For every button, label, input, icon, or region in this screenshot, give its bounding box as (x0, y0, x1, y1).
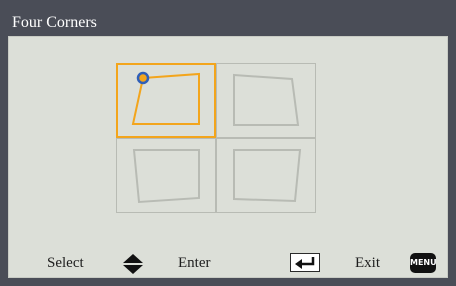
corner-handle-icon[interactable] (136, 71, 150, 85)
menu-key-icon[interactable]: MENU (410, 253, 437, 273)
window-title: Four Corners (12, 14, 97, 31)
four-corners-panel: Select Enter Exit MENU (8, 36, 448, 278)
keystone-shape-top-right (233, 73, 300, 126)
keystone-shape-bottom-left (132, 149, 200, 204)
corner-bottom-left[interactable] (116, 138, 216, 213)
keystone-shape-bottom-right (233, 149, 302, 203)
up-down-arrows-icon (123, 254, 143, 274)
corner-top-right[interactable] (216, 63, 316, 138)
key-hint-bar: Select Enter Exit MENU (9, 252, 447, 276)
enter-key-icon[interactable] (290, 253, 320, 272)
exit-hint-label: Exit (355, 255, 380, 271)
keystone-shape-top-left (131, 71, 200, 125)
enter-hint-label: Enter (178, 255, 211, 271)
corner-grid (116, 63, 316, 213)
corner-top-left[interactable] (116, 63, 216, 138)
title-bar: Four Corners (0, 0, 456, 34)
select-hint-label: Select (47, 255, 84, 271)
corner-bottom-right[interactable] (216, 138, 316, 213)
